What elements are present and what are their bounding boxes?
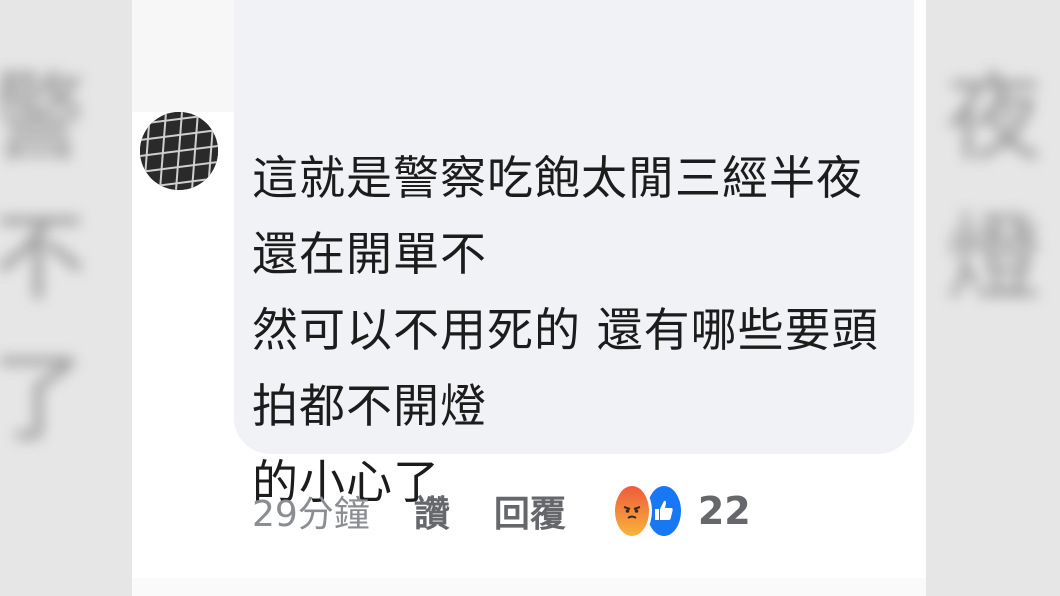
like-button[interactable]: 讚: [414, 485, 450, 537]
timestamp[interactable]: 29分鐘: [252, 485, 370, 537]
comment-text: 這就是警察吃飽太閒三經半夜還在開單不 然可以不用死的 還有哪些要頭拍都不開燈 的…: [252, 140, 892, 520]
comment-line: 這就是警察吃飽太閒三經半夜還在開單不: [252, 151, 863, 281]
user-avatar[interactable]: [140, 112, 218, 190]
bottom-divider: [132, 578, 926, 596]
comment-actions: 29分鐘 讚 回覆 22: [252, 480, 892, 542]
reaction-count: 22: [697, 489, 751, 533]
comment-line: 然可以不用死的 還有哪些要頭拍都不開燈: [252, 303, 879, 433]
comment-panel: 這就是警察吃飽太閒三經半夜還在開單不 然可以不用死的 還有哪些要頭拍都不開燈 的…: [132, 0, 926, 596]
reaction-summary[interactable]: 22: [611, 483, 751, 539]
blurred-backdrop-right: 夜 燈: [946, 62, 1042, 314]
angry-icon: [611, 483, 652, 539]
reply-button[interactable]: 回覆: [494, 485, 566, 537]
blurred-backdrop-left: 警 不 了: [0, 62, 86, 454]
avatar-pattern-icon: [140, 112, 218, 190]
